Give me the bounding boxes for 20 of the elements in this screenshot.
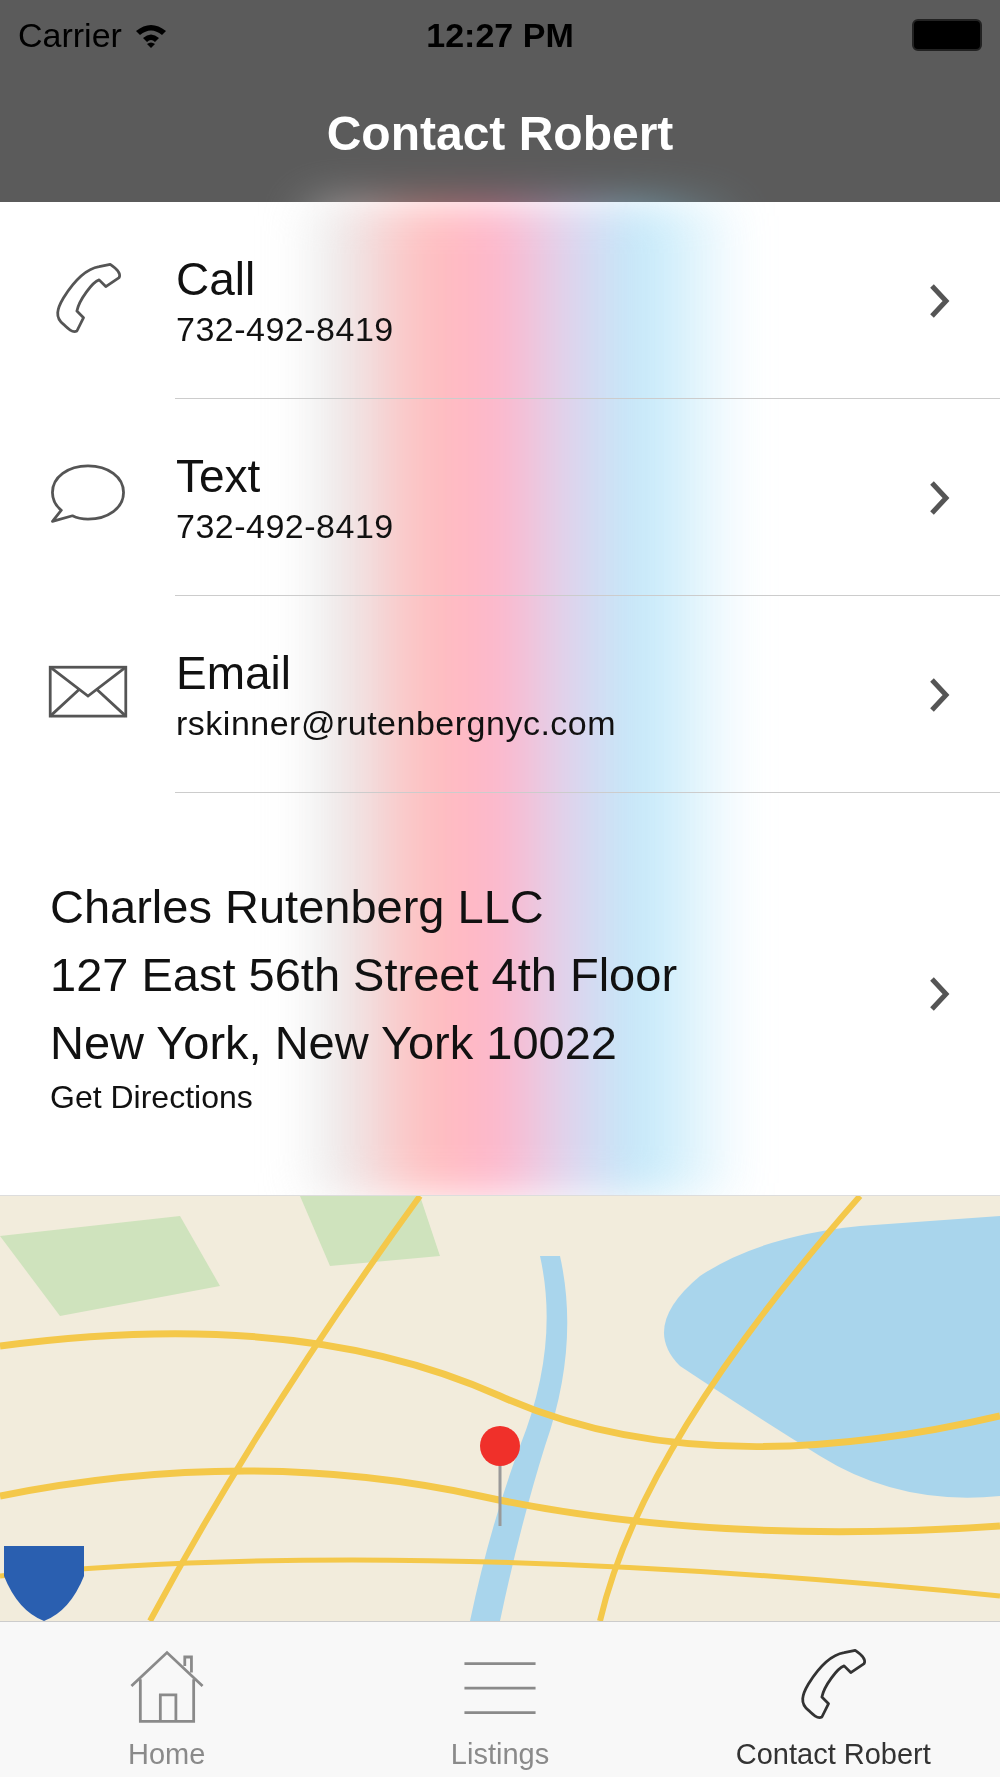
row-detail: rskinner@rutenbergnyc.com (176, 704, 618, 743)
contact-row[interactable]: Text 732-492-8419 (0, 399, 1000, 596)
row-title: Text (176, 449, 262, 503)
carrier-label: Carrier (18, 15, 122, 55)
contact-row[interactable]: Call 732-492-8419 (0, 202, 1000, 399)
time-label: 12:27 PM (426, 15, 574, 54)
address-row[interactable]: Charles Rutenberg LLC 127 East 56th Street 4th Floor New York, New York 10022 Get Directions (0, 793, 1000, 1195)
chevron-icon (928, 975, 950, 1013)
row-title: Call (176, 252, 257, 306)
battery-icon (912, 19, 982, 51)
tab-item[interactable]: Contact Robert (666, 1622, 1000, 1777)
address-line: Charles Rutenberg LLC (50, 878, 545, 935)
directions-link: Get Directions (50, 1078, 254, 1116)
row-detail: 732-492-8419 (176, 310, 395, 349)
row-title: Email (176, 646, 293, 700)
address-line: 127 East 56th Street 4th Floor (50, 946, 679, 1003)
row-detail: 732-492-8419 (176, 507, 395, 546)
contact-row[interactable]: Email rskinner@rutenbergnyc.com (0, 596, 1000, 793)
nav-title: Contact Robert (326, 105, 674, 161)
address-line: New York, New York 10022 (50, 1014, 618, 1071)
